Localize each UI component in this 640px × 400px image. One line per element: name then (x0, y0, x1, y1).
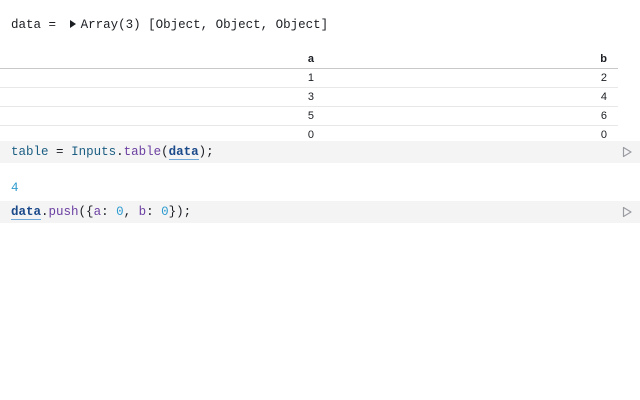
code-number: 0 (161, 205, 169, 219)
run-play-icon[interactable] (621, 146, 633, 158)
table-cell-a: 1 (307, 72, 314, 84)
table-code-editor[interactable]: table = Inputs.table(data); (11, 141, 214, 163)
table-row: 3 4 (0, 88, 618, 107)
data-table: a b 1 2 3 4 5 6 0 0 (0, 50, 618, 144)
code-function: table (123, 145, 162, 159)
push-code-cell[interactable]: data.push({a: 0, b: 0}); (0, 201, 640, 223)
column-header-a[interactable]: a (308, 50, 314, 68)
code-function: push (48, 205, 79, 219)
run-play-icon[interactable] (621, 206, 633, 218)
code-number: 0 (116, 205, 124, 219)
code-reference-data[interactable]: data (11, 205, 42, 220)
code-punct: }); (168, 205, 192, 219)
table-cell-a: 5 (307, 110, 314, 122)
push-result-output: 4 (11, 181, 19, 195)
data-cell-output: data = Array(3) [Object, Object, Object] (11, 16, 328, 34)
caret-right-icon[interactable] (69, 20, 76, 29)
code-punct: : (101, 205, 117, 219)
column-header-b[interactable]: b (600, 50, 607, 68)
table-row: 1 2 (0, 69, 618, 88)
code-punct: . (116, 145, 124, 159)
table-cell-b: 2 (600, 72, 607, 84)
code-operator: = (56, 145, 64, 159)
table-cell-a: 3 (307, 91, 314, 103)
array-summary[interactable]: Array(3) [Object, Object, Object] (81, 18, 329, 32)
push-code-editor[interactable]: data.push({a: 0, b: 0}); (11, 201, 191, 223)
equals-sign: = (48, 18, 57, 32)
code-property-key: b (138, 205, 147, 219)
code-module: Inputs (71, 145, 117, 159)
code-punct: ( (161, 145, 169, 159)
code-reference-data[interactable]: data (168, 145, 199, 160)
table-cell-b: 6 (600, 110, 607, 122)
table-header-row: a b (0, 50, 618, 69)
data-variable-name: data (11, 18, 42, 32)
table-cell-b: 4 (600, 91, 607, 103)
code-punct: : (146, 205, 162, 219)
code-punct: ({ (78, 205, 94, 219)
code-property-key: a (93, 205, 102, 219)
code-punct: ); (198, 145, 214, 159)
code-variable: table (11, 145, 49, 159)
table-row: 5 6 (0, 107, 618, 126)
table-code-cell[interactable]: table = Inputs.table(data); (0, 141, 640, 163)
code-punct: , (123, 205, 139, 219)
code-punct: . (41, 205, 49, 219)
